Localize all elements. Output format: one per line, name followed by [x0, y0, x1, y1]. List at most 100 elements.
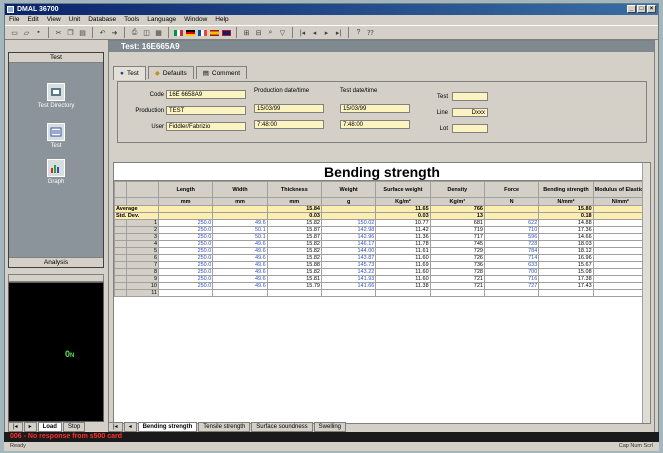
table-cell[interactable]: 141.93	[320, 275, 377, 283]
undo-icon[interactable]: ↶	[97, 27, 108, 38]
table-row[interactable]: 2 250.0 50.1 15.87 142.98 11.42 719 710 17.36	[114, 226, 649, 234]
sidebar-item-test-directory[interactable]: Test Directory	[9, 83, 103, 109]
menu-edit[interactable]: Edit	[27, 15, 38, 25]
open-icon[interactable]: ▱	[21, 27, 32, 38]
prev-record-icon[interactable]: ◂	[309, 27, 320, 38]
table-cell[interactable]: 15.82	[266, 268, 322, 276]
nav-next-icon[interactable]: ▸	[23, 422, 37, 432]
table-cell[interactable]: 142.98	[320, 226, 377, 234]
table-cell[interactable]: 150.02	[320, 219, 377, 227]
next-record-icon[interactable]: ▸	[321, 27, 332, 38]
tab-stop[interactable]: Stop	[62, 422, 86, 432]
table-cell[interactable]: 15.87	[266, 226, 322, 234]
table-cell[interactable]	[266, 289, 322, 297]
context-help-icon[interactable]: ⁇	[365, 27, 376, 38]
test-field[interactable]	[452, 92, 488, 101]
sheet-nav-prev-icon[interactable]: ◂	[123, 422, 137, 432]
table-cell[interactable]: 719	[429, 226, 485, 234]
sheet-nav-first-icon[interactable]: |◂	[108, 422, 123, 432]
table-cell[interactable]: 18.12	[538, 247, 594, 255]
table-cell[interactable]: 144.00	[320, 247, 377, 255]
table-cell[interactable]: 142.96	[320, 233, 377, 241]
menu-window[interactable]: Window	[184, 15, 207, 25]
table-cell[interactable]: 726	[429, 254, 485, 262]
tool-d-icon[interactable]: ▽	[277, 27, 288, 38]
table-row[interactable]: 6 250.0 49.6 15.82 143.87 11.60 726 714 16.96	[114, 254, 649, 262]
save-icon[interactable]: ▪	[33, 27, 44, 38]
table-cell[interactable]: 745	[429, 240, 485, 248]
row-selector[interactable]	[114, 282, 127, 290]
menu-language[interactable]: Language	[147, 15, 176, 25]
copy-icon[interactable]: ❐	[65, 27, 76, 38]
minimize-button[interactable]: _	[627, 5, 636, 13]
table-cell[interactable]: 143.87	[320, 254, 377, 262]
flag-spain-icon[interactable]	[209, 27, 220, 38]
table-cell[interactable]: 15.79	[266, 282, 322, 290]
table-cell[interactable]	[483, 289, 540, 297]
table-cell[interactable]	[429, 289, 485, 297]
tool-c-icon[interactable]: ⌕	[265, 27, 276, 38]
table-cell[interactable]: 49.6	[212, 261, 268, 269]
table-row[interactable]: 4 250.0 49.6 15.82 146.17 11.78 745 728 18.03	[114, 240, 649, 248]
tab-comment[interactable]: ▤ Comment	[195, 66, 248, 79]
column-header[interactable]: Density	[429, 181, 485, 198]
table-cell[interactable]: 11.61	[375, 247, 431, 255]
menu-unit[interactable]: Unit	[69, 15, 81, 25]
arrow-right-icon[interactable]: ➜	[109, 27, 120, 38]
table-cell[interactable]: 49.6	[212, 275, 268, 283]
table-cell[interactable]: 50.1	[212, 226, 268, 234]
row-selector[interactable]	[114, 219, 127, 227]
table-cell[interactable]: 596	[483, 233, 540, 241]
table-cell[interactable]: 15.82	[266, 254, 322, 262]
row-selector[interactable]	[114, 240, 127, 248]
table-cell[interactable]	[375, 289, 431, 297]
row-selector[interactable]	[114, 289, 127, 297]
flag-france-icon[interactable]	[197, 27, 208, 38]
row-selector[interactable]	[114, 275, 127, 283]
table-cell[interactable]	[320, 289, 377, 297]
table-cell[interactable]: 50.1	[212, 233, 268, 241]
table-cell[interactable]: 250.0	[157, 275, 214, 283]
table-cell[interactable]: 716	[483, 275, 540, 283]
table-row[interactable]: 11	[114, 289, 649, 297]
table-cell[interactable]: 728	[429, 268, 485, 276]
column-header[interactable]: Surface weight	[375, 181, 431, 198]
sidebar-item-test[interactable]: Test	[9, 123, 103, 149]
lot-field[interactable]	[452, 124, 488, 133]
last-record-icon[interactable]: ▸|	[333, 27, 344, 38]
table-cell[interactable]	[592, 275, 649, 283]
table-row[interactable]: 10 250.0 49.6 15.79 141.66 11.38 721 727 17.43	[114, 282, 649, 290]
table-cell[interactable]: 727	[483, 282, 540, 290]
menu-file[interactable]: File	[9, 15, 19, 25]
table-cell[interactable]	[592, 247, 649, 255]
column-header[interactable]: Width	[212, 181, 268, 198]
table-cell[interactable]	[592, 233, 649, 241]
table-cell[interactable]: 15.88	[266, 261, 322, 269]
production-date-field[interactable]: 15/03/99	[254, 104, 324, 113]
table-cell[interactable]: 714	[483, 254, 540, 262]
table-cell[interactable]: 11.42	[375, 226, 431, 234]
table-cell[interactable]: 250.0	[157, 261, 214, 269]
table-cell[interactable]: 721	[429, 275, 485, 283]
table-cell[interactable]: 17.43	[538, 282, 594, 290]
table-cell[interactable]: 17.36	[538, 226, 594, 234]
print-icon[interactable]: ⎙	[129, 27, 140, 38]
table-cell[interactable]: 250.0	[157, 233, 214, 241]
row-selector[interactable]	[114, 226, 127, 234]
table-cell[interactable]: 146.17	[320, 240, 377, 248]
table-cell[interactable]: 15.82	[266, 247, 322, 255]
help-icon[interactable]: ?	[353, 27, 364, 38]
table-cell[interactable]	[212, 289, 268, 297]
preview-icon[interactable]: ◫	[141, 27, 152, 38]
table-cell[interactable]: 11.60	[375, 275, 431, 283]
table-cell[interactable]: 250.0	[157, 219, 214, 227]
table-cell[interactable]: 49.6	[212, 254, 268, 262]
row-selector[interactable]	[114, 233, 127, 241]
row-selector[interactable]	[114, 268, 127, 276]
column-header[interactable]: Bending strength	[538, 181, 594, 198]
table-row[interactable]: 7 250.0 49.6 15.88 145.73 11.69 736 633 15.67	[114, 261, 649, 269]
sheet-tab-tensile[interactable]: Tensile strength	[198, 422, 251, 432]
table-cell[interactable]: 728	[483, 240, 540, 248]
table-cell[interactable]: 250.0	[157, 268, 214, 276]
first-record-icon[interactable]: |◂	[297, 27, 308, 38]
